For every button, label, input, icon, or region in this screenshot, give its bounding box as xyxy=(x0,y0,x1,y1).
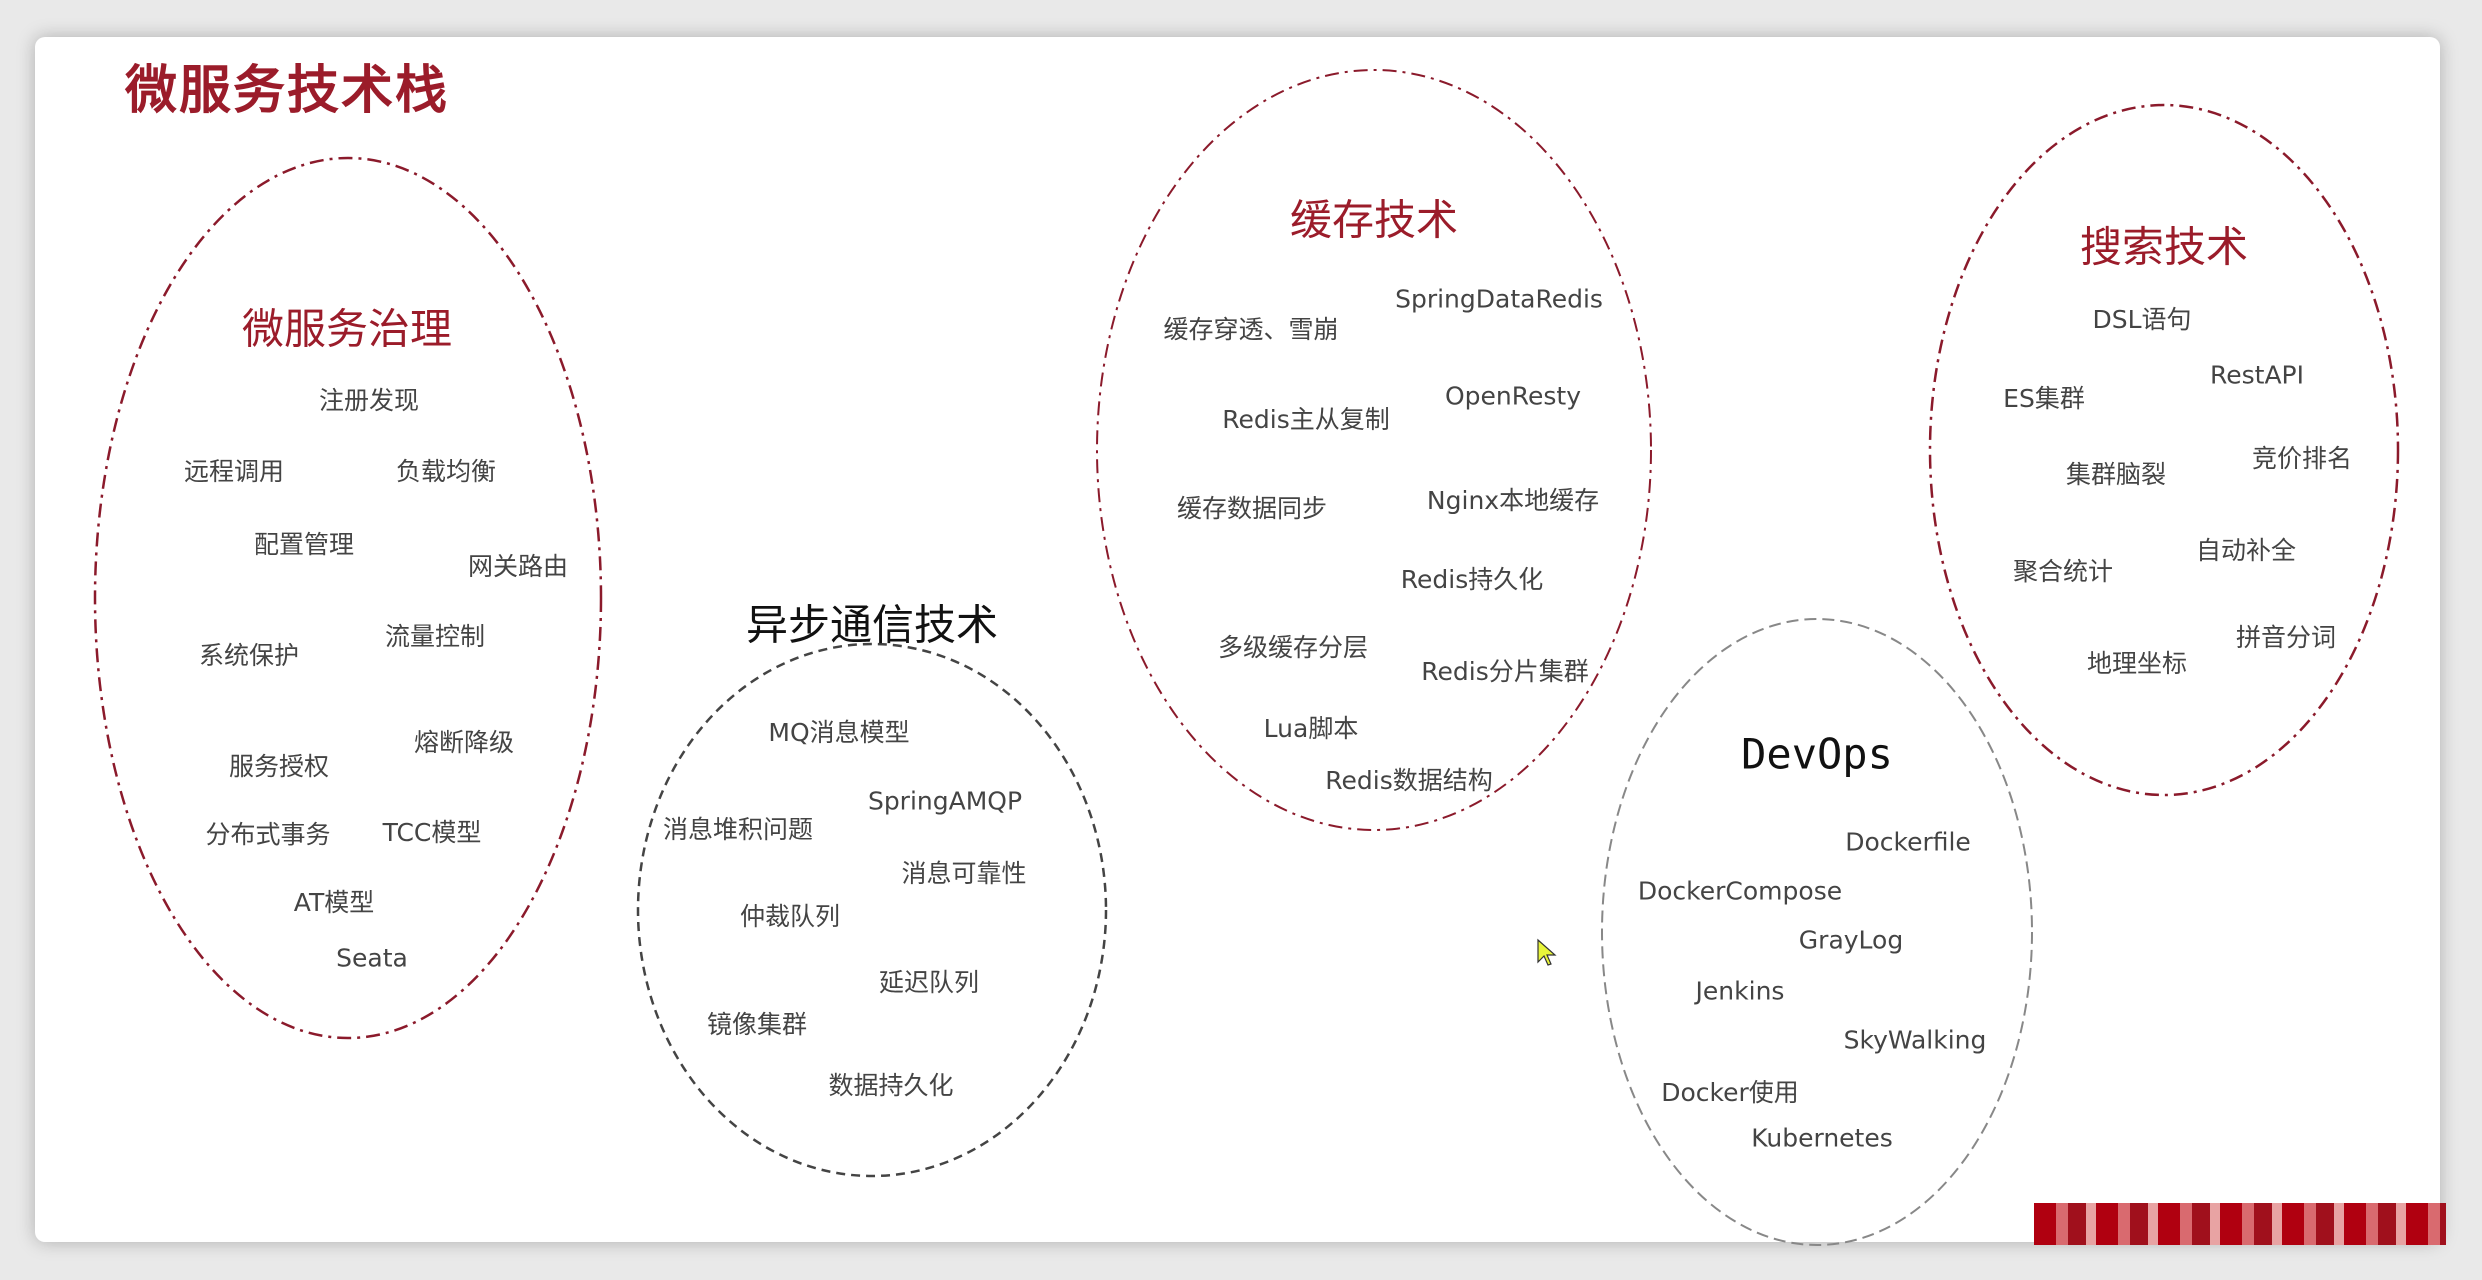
microservice-governance-topic: 负载均衡 xyxy=(395,457,497,486)
cache-topic: Lua脚本 xyxy=(1263,714,1359,743)
search-topic: 自动补全 xyxy=(2195,536,2297,565)
cache-topic: Redis数据结构 xyxy=(1325,766,1493,795)
microservice-governance-topic: 网关路由 xyxy=(467,552,569,581)
cache-topic: Nginx本地缓存 xyxy=(1426,486,1600,515)
group-title-devops: DevOps xyxy=(1741,729,1893,779)
async-messaging-topic: 消息堆积问题 xyxy=(662,815,814,844)
async-messaging-topic: MQ消息模型 xyxy=(768,718,910,747)
devops-topic: Jenkins xyxy=(1695,976,1785,1006)
ring-cache xyxy=(1096,69,1652,831)
async-messaging-topic: 消息可靠性 xyxy=(901,859,1027,888)
search-topic: 集群脑裂 xyxy=(2065,460,2167,489)
cache-topic: SpringDataRedis xyxy=(1395,284,1603,314)
mouse-cursor-icon xyxy=(1537,938,1557,966)
search-topic: 竞价排名 xyxy=(2251,444,2353,473)
async-messaging-topic: 数据持久化 xyxy=(828,1071,954,1100)
search-topic: ES集群 xyxy=(2003,384,2085,413)
search-topic: 聚合统计 xyxy=(2012,557,2114,586)
cache-topic: Redis持久化 xyxy=(1400,565,1544,594)
devops-topic: Dockerfile xyxy=(1845,827,1971,857)
microservice-governance-topic: 分布式事务 xyxy=(205,820,331,849)
devops-topic: Kubernetes xyxy=(1751,1123,1893,1153)
search-topic: 地理坐标 xyxy=(2086,649,2188,678)
devops-topic: SkyWalking xyxy=(1843,1025,1987,1055)
group-title-search: 搜索技术 xyxy=(2079,222,2249,272)
async-messaging-topic: 延迟队列 xyxy=(878,968,980,997)
microservice-governance-topic: Seata xyxy=(336,943,408,973)
group-title-microservice-governance: 微服务治理 xyxy=(241,304,453,354)
group-title-cache: 缓存技术 xyxy=(1289,195,1459,245)
cache-topic: 缓存穿透、雪崩 xyxy=(1163,315,1339,344)
devops-topic: DockerCompose xyxy=(1637,876,1843,906)
async-messaging-topic: 镜像集群 xyxy=(706,1010,808,1039)
devops-topic: Docker使用 xyxy=(1661,1078,1799,1107)
async-messaging-topic: 仲裁队列 xyxy=(739,902,841,931)
cache-topic: Redis主从复制 xyxy=(1222,405,1390,434)
cache-topic: OpenResty xyxy=(1444,381,1582,411)
microservice-governance-topic: 系统保护 xyxy=(198,641,300,670)
microservice-governance-topic: 熔断降级 xyxy=(413,728,515,757)
cache-topic: 多级缓存分层 xyxy=(1217,633,1369,662)
microservice-governance-topic: 远程调用 xyxy=(183,457,285,486)
microservice-governance-topic: 流量控制 xyxy=(384,622,486,651)
devops-topic: GrayLog xyxy=(1798,925,1904,955)
microservice-governance-topic: 注册发现 xyxy=(318,386,420,415)
cache-topic: 缓存数据同步 xyxy=(1176,494,1328,523)
async-messaging-topic: SpringAMQP xyxy=(867,786,1023,816)
cache-topic: Redis分片集群 xyxy=(1421,657,1589,686)
pixelated-watermark xyxy=(2034,1203,2446,1245)
microservice-governance-topic: 服务授权 xyxy=(228,752,330,781)
microservice-governance-topic: AT模型 xyxy=(293,888,375,917)
microservice-governance-topic: 配置管理 xyxy=(253,530,355,559)
search-topic: 拼音分词 xyxy=(2235,623,2337,652)
search-topic: RestAPI xyxy=(2209,360,2305,390)
group-title-async-messaging: 异步通信技术 xyxy=(745,600,999,650)
search-topic: DSL语句 xyxy=(2092,305,2192,334)
microservice-governance-topic: TCC模型 xyxy=(382,818,482,847)
